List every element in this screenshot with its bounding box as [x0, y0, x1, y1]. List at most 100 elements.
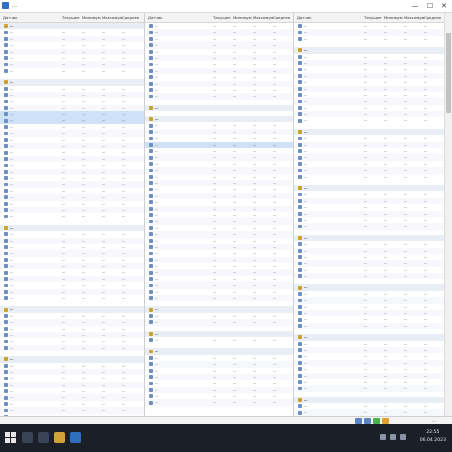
sensor-icon	[298, 317, 302, 322]
sensor-icon	[149, 81, 153, 86]
sensor-row[interactable]: ……………	[145, 399, 293, 406]
column-header[interactable]: Датчик Текущее Минимум Максимум Среднее	[294, 13, 444, 23]
task-view-icon[interactable]	[38, 432, 49, 443]
sensor-label: …	[304, 386, 308, 391]
sensor-row[interactable]: ……………	[145, 295, 293, 302]
header-min[interactable]: Минимум	[384, 14, 403, 21]
device-icon	[298, 236, 302, 240]
min-value: …	[82, 345, 86, 350]
sensor-icon	[149, 381, 153, 386]
device-icon	[149, 117, 153, 122]
sensor-row[interactable]: ……………	[294, 385, 444, 392]
volume-icon[interactable]	[400, 434, 406, 440]
sensor-row[interactable]: ……………	[294, 117, 444, 123]
avg-value: …	[424, 36, 428, 41]
sensor-row[interactable]: ……………	[294, 36, 444, 42]
sensor-row[interactable]: ……………	[0, 295, 144, 301]
sensor-icon	[149, 149, 153, 154]
current-value: …	[213, 400, 217, 405]
current-value: …	[364, 224, 368, 229]
max-value: …	[102, 296, 106, 301]
sensor-row[interactable]: ……………	[0, 213, 144, 219]
sensor-icon	[149, 213, 153, 218]
sensor-row[interactable]: ……………	[294, 174, 444, 180]
max-value: …	[253, 94, 257, 99]
sensor-icon	[149, 394, 153, 399]
hwinfo-taskbar-icon[interactable]	[70, 432, 81, 443]
header-sensor[interactable]: Датчик	[148, 14, 163, 21]
file-explorer-icon[interactable]	[54, 432, 65, 443]
header-sensor[interactable]: Датчик	[297, 14, 312, 21]
sensor-panel-3[interactable]: Датчик Текущее Минимум Максимум Среднее………………	[294, 13, 444, 423]
min-value: …	[384, 174, 388, 179]
sensor-icon	[4, 182, 8, 187]
sensor-icon	[4, 363, 8, 368]
vertical-scrollbar[interactable]	[444, 13, 452, 423]
current-value: …	[62, 296, 66, 301]
sensor-icon	[4, 251, 8, 256]
sensor-icon	[4, 195, 8, 200]
sensor-icon	[298, 86, 302, 91]
max-value: …	[102, 214, 106, 219]
sensor-icon	[149, 69, 153, 73]
current-value: …	[364, 174, 368, 179]
sensor-icon	[298, 311, 302, 316]
sensor-row[interactable]: ……………	[0, 344, 144, 352]
sensor-icon	[4, 395, 8, 400]
header-max[interactable]: Максимум	[404, 14, 424, 21]
header-avg[interactable]: Среднее	[424, 14, 441, 21]
sensor-group-header[interactable]: …	[145, 104, 293, 112]
min-value: …	[233, 94, 237, 99]
header-sensor[interactable]: Датчик	[3, 14, 18, 21]
sensor-icon	[4, 144, 8, 149]
header-max[interactable]: Максимум	[102, 14, 122, 21]
max-value: …	[404, 323, 408, 328]
header-avg[interactable]: Среднее	[122, 14, 139, 21]
sensor-panel-1[interactable]: Датчик Текущее Минимум Максимум Среднее………………	[0, 13, 145, 423]
sensor-row[interactable]: ……………	[145, 93, 293, 100]
header-min[interactable]: Минимум	[82, 14, 101, 21]
max-value: …	[404, 274, 408, 279]
header-current[interactable]: Текущее	[213, 14, 230, 21]
header-current[interactable]: Текущее	[364, 14, 381, 21]
sensor-icon	[4, 314, 8, 318]
close-button[interactable]: ✕	[437, 0, 451, 12]
column-header[interactable]: Датчик Текущее Минимум Максимум Среднее	[145, 13, 293, 23]
minimize-button[interactable]: —	[408, 0, 422, 12]
sensor-row[interactable]: ……………	[0, 68, 144, 74]
device-icon	[298, 398, 302, 402]
header-current[interactable]: Текущее	[62, 14, 79, 21]
windows-start-icon[interactable]	[5, 432, 16, 443]
header-max[interactable]: Максимум	[253, 14, 273, 21]
max-value: …	[102, 345, 106, 350]
sensor-icon	[298, 267, 302, 272]
sensor-icon	[4, 105, 8, 110]
header-avg[interactable]: Среднее	[273, 14, 290, 21]
tray-chevron-icon[interactable]	[380, 434, 386, 440]
sensor-icon	[298, 248, 302, 253]
sensor-icon	[149, 338, 153, 343]
device-icon	[298, 285, 302, 290]
sensor-icon	[298, 261, 302, 266]
sensor-row[interactable]: ……………	[294, 273, 444, 280]
network-icon[interactable]	[390, 434, 396, 440]
window-title: …	[12, 3, 17, 9]
avg-value: …	[122, 214, 126, 219]
header-min[interactable]: Минимум	[233, 14, 252, 21]
search-icon[interactable]	[22, 432, 33, 443]
device-icon	[4, 307, 8, 312]
sensor-icon	[4, 150, 8, 155]
sensor-icon	[298, 155, 302, 160]
avg-value: …	[424, 386, 428, 391]
sensor-row[interactable]: ……………	[145, 319, 293, 326]
min-value: …	[384, 118, 388, 123]
maximize-button[interactable]: ☐	[423, 0, 437, 12]
scrollbar-thumb[interactable]	[446, 33, 451, 113]
column-header[interactable]: Датчик Текущее Минимум Максимум Среднее	[0, 13, 144, 23]
sensor-panel-2[interactable]: Датчик Текущее Минимум Максимум Среднее………………	[145, 13, 294, 423]
taskbar-clock[interactable]: 22:55 06.04.2023	[420, 429, 446, 445]
sensor-row[interactable]: ……………	[294, 223, 444, 230]
sensor-row[interactable]: ……………	[294, 322, 444, 330]
sensor-row[interactable]: ……………	[145, 337, 293, 343]
title-bar[interactable]: … — ☐ ✕	[0, 0, 452, 13]
